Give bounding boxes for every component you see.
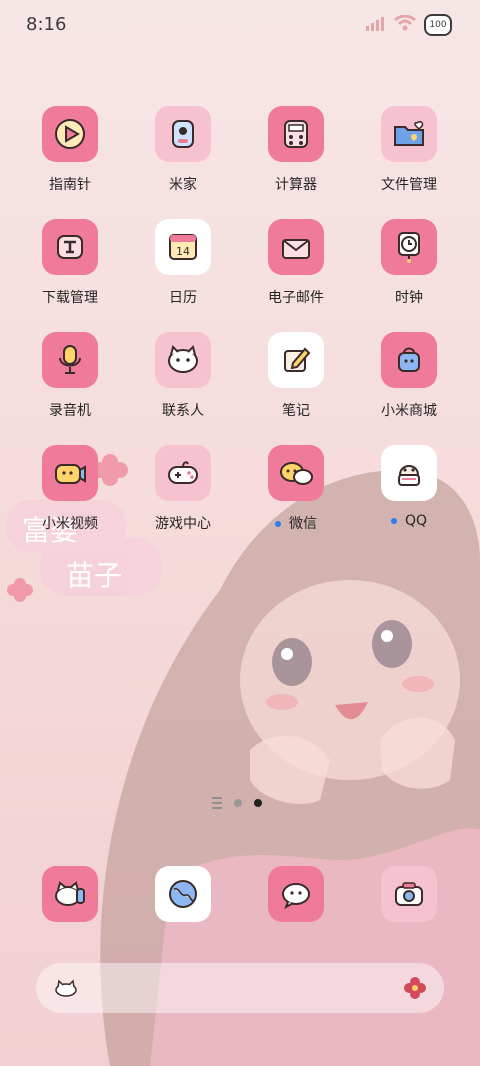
app-label: 微信: [241, 513, 351, 533]
flower-icon[interactable]: [404, 977, 426, 999]
browser-icon: [155, 866, 211, 922]
video-icon: [42, 445, 98, 501]
app-notes[interactable]: 笔记: [241, 332, 351, 432]
calendar-icon: 14: [155, 219, 211, 275]
app-qq[interactable]: QQ: [354, 445, 464, 545]
calendar-day: 14: [176, 245, 190, 258]
new-install-dot: [390, 518, 397, 524]
page-dot: [234, 799, 242, 807]
contacts-icon: [155, 332, 211, 388]
notes-icon: [268, 332, 324, 388]
app-recorder[interactable]: 录音机: [15, 332, 125, 432]
app-wechat[interactable]: 微信: [241, 445, 351, 545]
messages-icon: [268, 866, 324, 922]
folder-icon: [381, 106, 437, 162]
app-label: 笔记: [282, 403, 310, 419]
mail-icon: [268, 219, 324, 275]
app-label: 小米视频: [42, 516, 98, 532]
app-label: 指南针: [49, 177, 91, 193]
app-label: QQ: [354, 513, 464, 529]
app-label-text: QQ: [404, 513, 428, 529]
recorder-icon: [42, 332, 98, 388]
app-label: 文件管理: [381, 177, 437, 193]
app-mi-store[interactable]: 小米商城: [354, 332, 464, 432]
signal-icon: [366, 15, 386, 35]
dock-camera[interactable]: [354, 866, 464, 926]
app-label: 联系人: [162, 403, 204, 419]
app-calendar[interactable]: 14 日历: [128, 219, 238, 319]
dock-browser[interactable]: [128, 866, 238, 926]
status-bar: 8:16 100: [0, 0, 480, 52]
app-file-manager[interactable]: 文件管理: [354, 106, 464, 206]
store-icon: [381, 332, 437, 388]
app-compass[interactable]: 指南针: [15, 106, 125, 206]
app-email[interactable]: 电子邮件: [241, 219, 351, 319]
app-download-manager[interactable]: 下载管理: [15, 219, 125, 319]
app-label: 计算器: [275, 177, 317, 193]
app-label: 时钟: [395, 290, 423, 306]
compass-icon: [42, 106, 98, 162]
wifi-icon: [394, 14, 416, 35]
menu-icon: [212, 797, 222, 809]
app-clock[interactable]: 时钟: [354, 219, 464, 319]
page-indicator[interactable]: [212, 797, 262, 809]
status-time: 8:16: [26, 14, 67, 35]
camera-icon: [381, 866, 437, 922]
phone-icon: [42, 866, 98, 922]
app-mijia[interactable]: 米家: [128, 106, 238, 206]
app-mi-video[interactable]: 小米视频: [15, 445, 125, 545]
app-label: 游戏中心: [155, 516, 211, 532]
app-label: 电子邮件: [268, 290, 324, 306]
status-icons: 100: [366, 14, 452, 36]
app-game-center[interactable]: 游戏中心: [128, 445, 238, 545]
clock-icon: [381, 219, 437, 275]
new-install-dot: [275, 521, 281, 527]
search-bar[interactable]: [36, 963, 444, 1013]
mijia-icon: [155, 106, 211, 162]
app-label: 小米商城: [381, 403, 437, 419]
app-label: 录音机: [49, 403, 91, 419]
page-dot-active: [254, 799, 262, 807]
dock-phone[interactable]: [15, 866, 125, 926]
app-label: 下载管理: [42, 290, 98, 306]
app-calculator[interactable]: 计算器: [241, 106, 351, 206]
app-label: 日历: [169, 290, 197, 306]
app-label: 米家: [169, 177, 197, 193]
wechat-icon: [268, 445, 324, 501]
dock-messages[interactable]: [241, 866, 351, 926]
cat-icon: [54, 979, 78, 997]
qq-icon: [381, 445, 437, 501]
download-icon: [42, 219, 98, 275]
battery-icon: 100: [424, 14, 452, 36]
app-label-text: 微信: [289, 516, 317, 532]
wallpaper-text-2: 苗子: [66, 559, 122, 592]
game-icon: [155, 445, 211, 501]
app-contacts[interactable]: 联系人: [128, 332, 238, 432]
calculator-icon: [268, 106, 324, 162]
